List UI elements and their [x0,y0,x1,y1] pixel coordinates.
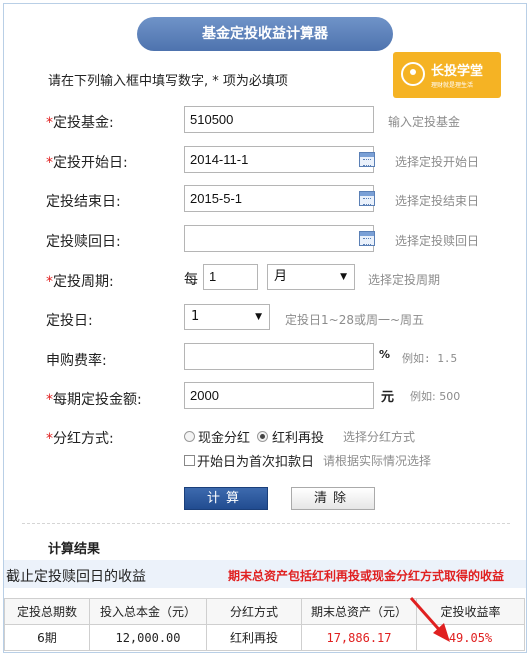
first-debit-hint: 请根据实际情况选择 [323,454,432,468]
first-debit-label[interactable]: 开始日为首次扣款日 [197,451,314,470]
location-pin-icon [401,62,425,86]
table-row: 6期 12,000.00 红利再投 17,886.17 49.05% [4,624,525,651]
dividend-reinvest-label[interactable]: 红利再投 [272,427,324,446]
calendar-icon[interactable] [359,191,375,206]
column-header: 定投总期数 [4,598,90,625]
period-label: *定投周期: [46,274,114,290]
clear-button[interactable]: 清除 [291,487,375,510]
day-select[interactable]: 1 ▼ [184,304,270,330]
fund-hint: 输入定投基金 [388,115,461,129]
column-header: 投入总本金（元） [89,598,207,625]
end-date-hint: 选择定投结束日 [395,194,480,208]
fund-input[interactable]: 510500 [184,106,374,133]
divider [22,523,510,524]
fee-label: 申购费率: [46,353,107,369]
period-unit-select[interactable]: 月 ▼ [267,264,355,290]
brand-tagline: 理财就是理生活 [431,82,474,89]
day-hint: 定投日1~28或周一~周五 [285,313,425,327]
table-cell: 17,886.17 [301,624,417,651]
column-header: 定投收益率 [416,598,525,625]
table-header-row: 定投总期数 投入总本金（元） 分红方式 期末总资产（元） 定投收益率 [4,598,525,625]
redeem-date-input[interactable] [184,225,374,252]
dividend-cash-label[interactable]: 现金分红 [198,427,250,446]
first-debit-checkbox[interactable] [184,455,195,466]
form-hint: 请在下列输入框中填写数字, * 项为必填项 [48,74,288,89]
column-header: 期末总资产（元） [301,598,417,625]
column-header: 分红方式 [206,598,302,625]
dividend-hint: 选择分红方式 [343,430,416,444]
table-cell: 49.05% [416,624,525,651]
chevron-down-icon: ▼ [255,312,262,322]
amount-input[interactable]: 2000 [184,382,374,409]
amount-unit: 元 [381,390,395,405]
amount-label: *每期定投金额: [46,392,142,408]
amount-hint: 例如: 500 [410,390,461,403]
start-date-input[interactable]: 2014-11-1 [184,146,374,173]
fee-input[interactable] [184,343,374,370]
day-label: 定投日: [46,313,93,329]
result-table: 定投总期数 投入总本金（元） 分红方式 期末总资产（元） 定投收益率 6期 12… [4,598,525,651]
dividend-label: *分红方式: [46,431,114,447]
redeem-date-label: 定投赎回日: [46,234,121,250]
table-cell: 6期 [4,624,90,651]
page-title: 基金定投收益计算器 [137,17,393,51]
result-band-note: 期末总资产包括红利再投或现金分红方式取得的收益 [228,569,505,583]
chevron-down-icon: ▼ [340,272,347,282]
brand-name: 长投学堂 [431,64,484,79]
period-prefix: 每 [184,272,198,288]
fund-label: *定投基金: [46,115,114,131]
end-date-label: 定投结束日: [46,194,121,210]
dividend-cash-radio[interactable] [184,431,195,442]
fee-unit: % [379,348,391,361]
period-hint: 选择定投周期 [368,273,441,287]
fee-hint: 例如: 1.5 [402,352,458,365]
result-section-title: 计算结果 [48,542,101,557]
dividend-reinvest-radio[interactable] [257,431,268,442]
end-date-input[interactable]: 2015-5-1 [184,185,374,212]
redeem-date-hint: 选择定投赎回日 [395,234,480,248]
brand-logo: 长投学堂 理财就是理生活 [393,52,501,98]
calendar-icon[interactable] [359,152,375,167]
table-cell: 12,000.00 [89,624,207,651]
result-band-caption: 截止定投赎回日的收益 [6,569,146,585]
start-date-label: *定投开始日: [46,155,128,171]
period-count-input[interactable]: 1 [203,264,258,290]
table-cell: 红利再投 [206,624,302,651]
calendar-icon[interactable] [359,231,375,246]
calculate-button[interactable]: 计算 [184,487,268,510]
start-date-hint: 选择定投开始日 [395,155,480,169]
